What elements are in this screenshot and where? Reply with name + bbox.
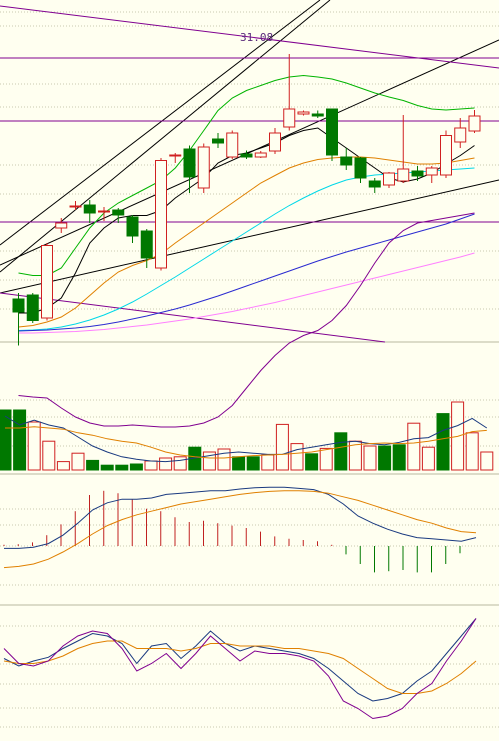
volume-bar [56, 461, 70, 471]
volume-bar [261, 454, 275, 471]
volume-bar [305, 453, 319, 471]
moving-average-line [18, 156, 475, 328]
stock-chart: 31.08 [0, 0, 499, 728]
candle-body [283, 108, 296, 128]
candle-body [326, 108, 338, 156]
volume-bar [86, 459, 100, 471]
candle-body [126, 216, 139, 237]
volume-bar [129, 463, 143, 471]
volume-bar [159, 457, 173, 471]
candle-body [69, 205, 82, 208]
candle-body [26, 294, 39, 321]
volume-bar [363, 445, 377, 471]
volume-bar [115, 464, 129, 471]
candle-body [468, 115, 481, 132]
volume-bar [407, 422, 421, 471]
candle-body [112, 209, 125, 216]
candle-body [297, 111, 310, 115]
grid-lines [0, 11, 499, 728]
candle-body [269, 132, 281, 152]
kdj-j-line [3, 618, 477, 720]
high-price-annotation: 31.08 [240, 31, 273, 44]
volume-bar [480, 451, 494, 471]
candle-body [240, 153, 253, 158]
candle-body [55, 222, 68, 229]
volume-bar [246, 456, 260, 471]
kdj-panel [3, 618, 477, 720]
candle-body [383, 172, 395, 186]
candle-body [354, 157, 367, 179]
volume-bar [421, 446, 435, 471]
volume-bar [27, 421, 41, 471]
candle-body [155, 160, 167, 269]
volume-bar [319, 447, 333, 471]
trendline-lower [0, 179, 499, 294]
volume-bar [71, 452, 85, 471]
kdj-k-line [3, 618, 477, 702]
candle-body [169, 154, 182, 157]
candle-body [340, 156, 353, 166]
volume-bar [436, 413, 450, 471]
candle-body [440, 135, 452, 176]
volume-panel [0, 401, 494, 471]
candle-body [454, 127, 467, 143]
candle-body [98, 210, 110, 213]
volume-bar [392, 444, 406, 471]
volume-bar [144, 460, 158, 471]
candle-body [368, 180, 381, 188]
volume-bar [173, 456, 187, 471]
volume-bar [13, 409, 27, 471]
volume-bar [334, 432, 348, 471]
candle-body [183, 148, 196, 178]
volume-bar [275, 423, 289, 471]
candle-body [411, 170, 424, 177]
volume-bar [42, 440, 56, 471]
candle-body [140, 230, 153, 259]
candle-body [254, 152, 267, 158]
candle-body [41, 245, 53, 319]
candle-body [425, 167, 438, 176]
kdj-d-line [3, 640, 477, 694]
volume-bar [100, 464, 114, 471]
candle-body [12, 298, 25, 313]
volume-bar [378, 445, 392, 471]
volume-bar [232, 456, 246, 471]
moving-average-line [18, 212, 475, 428]
volume-bar [290, 443, 304, 471]
candle-body [197, 146, 210, 189]
volume-bar [465, 432, 479, 471]
candle-body [226, 132, 239, 158]
candle-body [397, 168, 410, 182]
volume-bar [217, 448, 231, 471]
candle-body [311, 113, 324, 117]
candle-body [83, 204, 96, 214]
trendline-middle [0, 39, 499, 266]
trend-lines [0, 0, 499, 343]
candle-body [212, 138, 224, 144]
macd-panel [3, 486, 477, 573]
